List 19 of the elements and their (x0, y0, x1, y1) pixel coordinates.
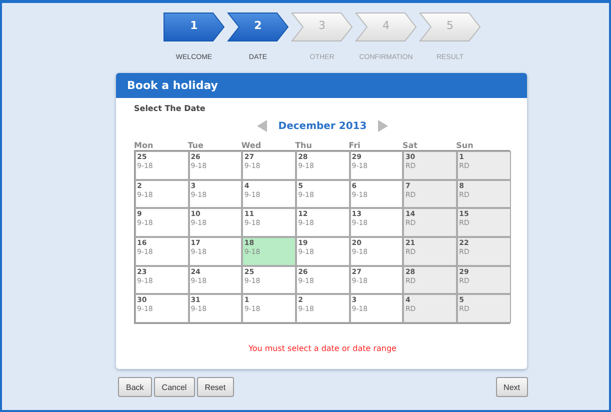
nav-button[interactable]: Reset (196, 377, 234, 397)
nav-button[interactable]: Back (118, 377, 152, 397)
weekday-header: Fri (348, 141, 362, 150)
error-message: You must select a date or date range (248, 344, 398, 354)
weekday-header: Mon (134, 141, 154, 150)
nav-button[interactable]: Cancel (154, 377, 195, 397)
weekday-header: Sat (402, 141, 418, 150)
step-tab[interactable]: 1 (163, 12, 225, 42)
next-month-icon[interactable] (376, 120, 389, 132)
step-tab[interactable]: 2 (227, 12, 289, 42)
weekday-header: Wed (241, 141, 262, 150)
section-heading: Select The Date (134, 104, 206, 113)
month-title: December 2013 (278, 120, 367, 132)
nav-button[interactable]: Next (496, 377, 528, 397)
weekday-header: Thu (295, 141, 313, 150)
previous-month-icon[interactable] (256, 120, 268, 132)
weekday-header: Sun (456, 141, 474, 150)
weekday-header: Tue (188, 141, 204, 150)
panel-title: Book a holiday (116, 73, 527, 98)
